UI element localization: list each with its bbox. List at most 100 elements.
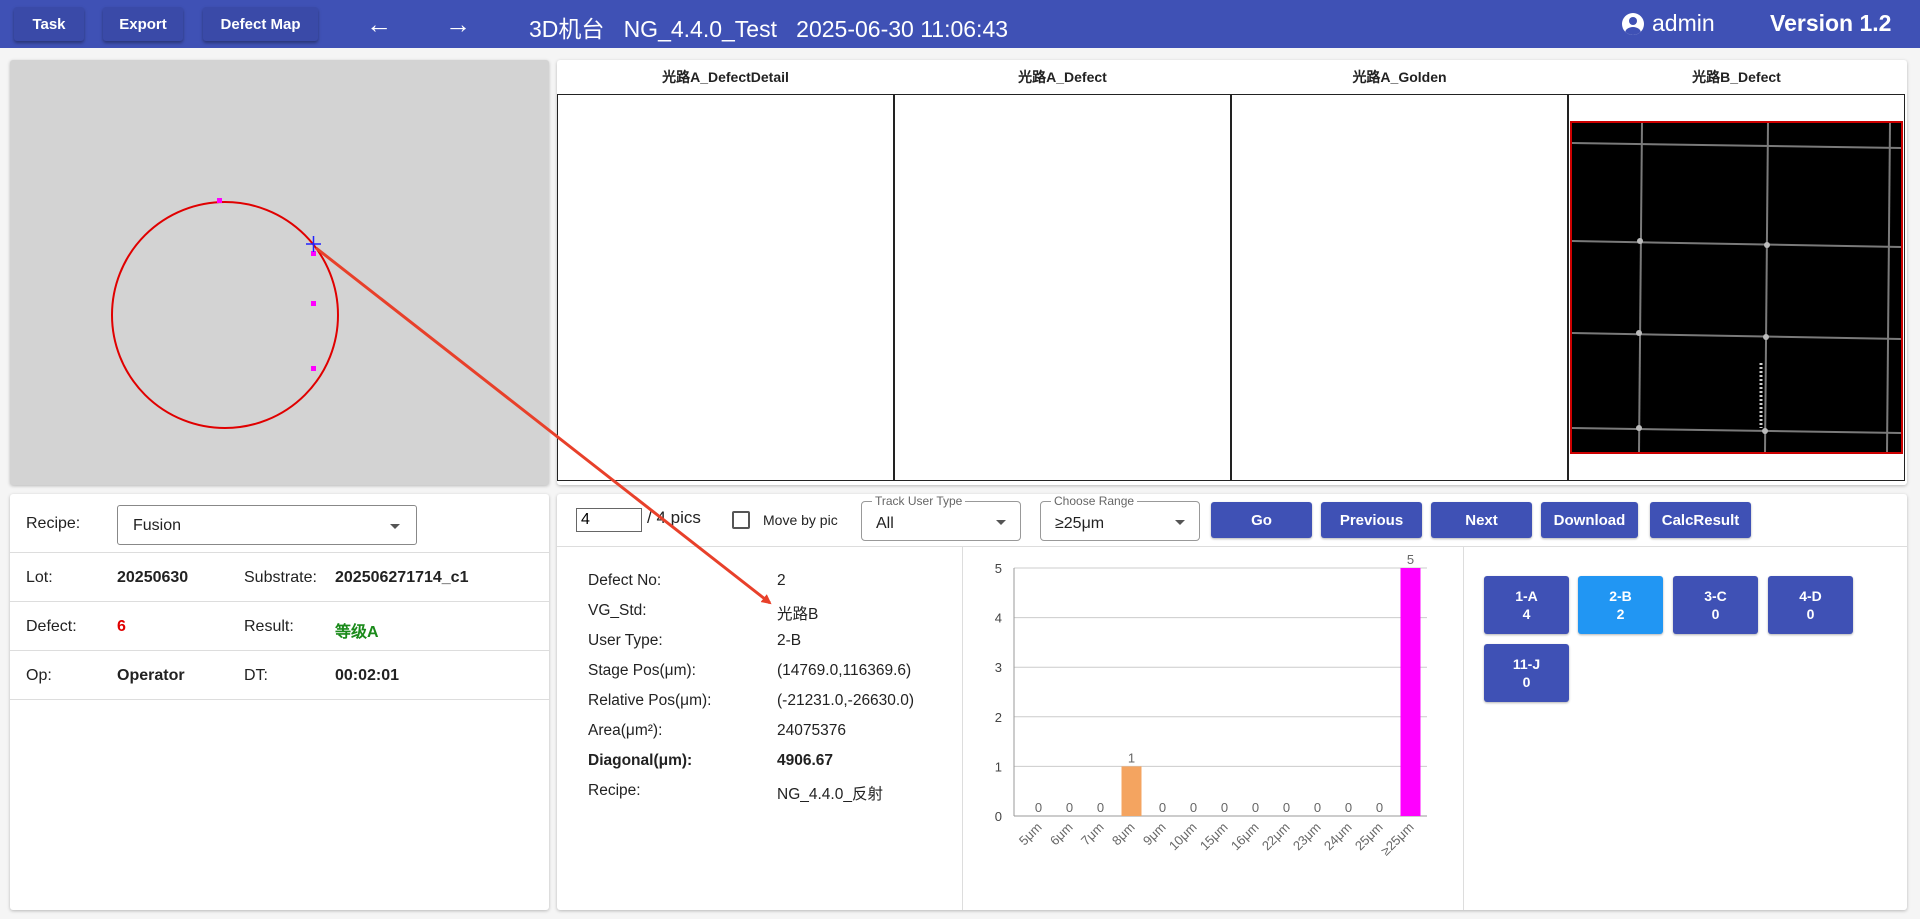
image-frame [557, 94, 894, 481]
image-label: 光路A_DefectDetail [662, 69, 789, 85]
data-label: 0 [1190, 800, 1197, 815]
data-label: 0 [1066, 800, 1073, 815]
arrow-left-icon[interactable]: ← [364, 10, 394, 38]
calc-result-button[interactable]: CalcResult [1650, 502, 1751, 538]
y-tick-label: 0 [995, 809, 1002, 824]
chevron-down-icon [996, 520, 1006, 525]
data-label: 0 [1097, 800, 1104, 815]
data-label: 0 [1159, 800, 1166, 815]
op-label: Op: [26, 667, 52, 684]
defect-marker[interactable] [311, 301, 316, 306]
image-label: 光路A_Golden [1352, 69, 1447, 85]
category-button-11-j[interactable]: 11-J 0 [1484, 644, 1569, 702]
recipe-value: Fusion [133, 517, 182, 534]
dt-value: 00:02:01 [335, 667, 400, 684]
dt-label: DT: [244, 667, 268, 684]
divider [962, 547, 963, 910]
image-frame [894, 94, 1231, 481]
diagonal-label: Diagonal(μm): [588, 752, 693, 769]
data-label: 0 [1252, 800, 1259, 815]
image-frame [1231, 94, 1568, 481]
substrate-value: 202506271714_c1 [335, 569, 469, 586]
defect-detail-list: Defect No: 2 VG_Std: 光路B User Type: 2-B … [588, 494, 958, 910]
wafer-map[interactable] [10, 60, 549, 485]
image-panel: 光路A_DefectDetail 光路A_Defect 光路A_Golden 光… [557, 60, 1907, 485]
defect-size-chart: 01234505μm06μm07μm18μm09μm010μm015μm016μ… [995, 554, 1427, 859]
category-button-3-c[interactable]: 3-C 0 [1673, 576, 1758, 634]
defect-map-button[interactable]: Defect Map [203, 7, 318, 41]
result-value: 等级A [335, 624, 379, 641]
category-button-1-a[interactable]: 1-A 4 [1484, 576, 1569, 634]
recipe-select[interactable]: Fusion [117, 505, 417, 545]
arrow-right-icon[interactable]: → [443, 10, 473, 38]
op-row: Op: Operator DT: 00:02:01 [10, 651, 549, 700]
page-title: 3D机台 NG_4.4.0_Test 2025-06-30 11:06:43 [529, 16, 1009, 42]
task-button[interactable]: Task [14, 7, 84, 41]
y-tick-label: 2 [995, 710, 1002, 725]
lot-label: Lot: [26, 569, 53, 586]
stage-pos-label: Stage Pos(μm): [588, 662, 696, 679]
defect-marker[interactable] [217, 198, 222, 203]
x-tick-label: 16μm [1228, 820, 1262, 854]
user-menu[interactable]: admin [1622, 10, 1715, 37]
area-value: 24075376 [777, 722, 846, 739]
next-button[interactable]: Next [1431, 502, 1532, 538]
category-count: 4 [1522, 606, 1531, 622]
image-column-defect-detail: 光路A_DefectDetail [557, 60, 894, 485]
defect-marker[interactable] [311, 366, 316, 371]
defect-no-value: 2 [777, 572, 786, 589]
version-label: Version 1.2 [1770, 10, 1892, 36]
relative-pos-label: Relative Pos(μm): [588, 692, 712, 709]
image-label: 光路B_Defect [1692, 69, 1781, 85]
recipe-label: Recipe: [26, 515, 81, 532]
diagonal-value: 4906.67 [777, 752, 834, 769]
y-tick-label: 3 [995, 660, 1002, 675]
relative-pos-value: (-21231.0,-26630.0) [777, 692, 915, 709]
vg-std-label: VG_Std: [588, 602, 647, 619]
x-tick-label: ≥25μm [1378, 820, 1417, 859]
defect-no-label: Defect No: [588, 572, 662, 589]
go-button[interactable]: Go [1211, 502, 1312, 538]
x-tick-label: 22μm [1259, 820, 1293, 854]
wafer-outline [111, 201, 339, 429]
user-type-value: 2-B [777, 632, 802, 649]
info-panel: Recipe: Fusion Lot: 20250630 Substrate: … [10, 494, 549, 910]
bar [1400, 568, 1421, 816]
category-name: 3-C [1704, 588, 1727, 604]
image-frame [1568, 94, 1905, 481]
result-label: Result: [244, 618, 294, 635]
category-name: 11-J [1512, 656, 1541, 672]
wafer-map-panel[interactable] [10, 60, 549, 485]
defect-label: Defect: [26, 618, 77, 635]
vg-std-value: 光路B [777, 606, 819, 623]
category-count: 0 [1522, 674, 1531, 690]
username: admin [1652, 10, 1715, 36]
defect-row: Defect: 6 Result: 等级A [10, 602, 549, 651]
chevron-down-icon [390, 524, 400, 529]
y-tick-label: 5 [995, 561, 1002, 576]
choose-range-legend: Choose Range [1051, 494, 1138, 508]
lot-row: Lot: 20250630 Substrate: 202506271714_c1 [10, 553, 549, 602]
substrate-label: Substrate: [244, 569, 317, 586]
download-button[interactable]: Download [1541, 502, 1638, 538]
detail-recipe-value: NG_4.4.0_反射 [777, 786, 883, 803]
category-button-2-b[interactable]: 2-B 2 [1578, 576, 1663, 634]
defect-image[interactable] [1570, 121, 1903, 454]
export-button[interactable]: Export [103, 7, 183, 41]
app-header: Task Export Defect Map ← → 3D机台 NG_4.4.0… [0, 0, 1920, 48]
defect-image-grid [1572, 123, 1901, 452]
previous-button[interactable]: Previous [1321, 502, 1422, 538]
image-column-golden: 光路A_Golden [1231, 60, 1568, 485]
bar [1121, 766, 1142, 816]
category-name: 1-A [1515, 588, 1538, 604]
user-type-label: User Type: [588, 632, 663, 649]
y-tick-label: 1 [995, 759, 1002, 774]
data-label: 0 [1221, 800, 1228, 815]
image-column-b-defect: 光路B_Defect [1568, 60, 1905, 485]
choose-range-select[interactable]: Choose Range ≥25μm [1040, 494, 1200, 541]
x-tick-label: 10μm [1166, 820, 1200, 854]
data-label: 5 [1407, 554, 1414, 567]
data-label: 0 [1345, 800, 1352, 815]
category-button-4-d[interactable]: 4-D 0 [1768, 576, 1853, 634]
choose-range-value: ≥25μm [1055, 515, 1105, 532]
